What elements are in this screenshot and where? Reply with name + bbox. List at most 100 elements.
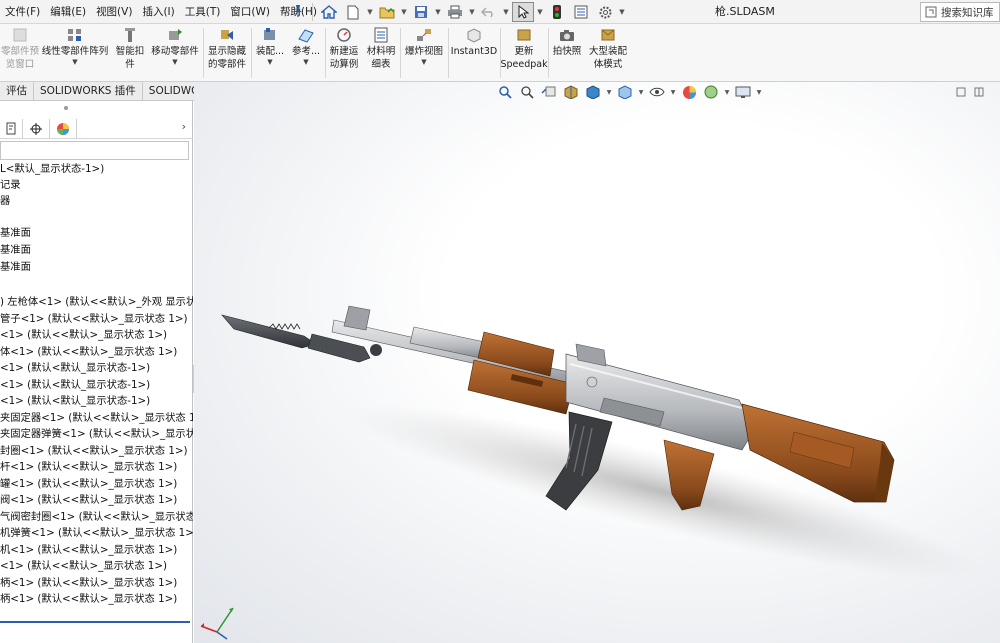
chevron-down-icon[interactable]: ▼ — [502, 2, 510, 22]
display-manager-icon[interactable] — [50, 118, 77, 139]
menu-file[interactable]: 文件(F) — [0, 0, 45, 24]
tab-evaluate[interactable]: 评估 — [0, 82, 34, 100]
take-snapshot-button[interactable]: 拍快照 — [550, 27, 584, 58]
home-icon[interactable] — [318, 2, 340, 22]
tree-node-component[interactable]: <1> (默认<<默认>_显示状态 1>) — [0, 327, 193, 343]
appearance-icon[interactable] — [680, 85, 698, 99]
tree-node-assembly[interactable]: L<默认_显示状态-1>) — [0, 161, 193, 177]
tree-node-component[interactable]: 阀<1> (默认<<默认>_显示状态 1>) — [0, 492, 193, 508]
zoom-to-fit-icon[interactable] — [496, 85, 514, 99]
chevron-right-icon[interactable]: › — [182, 120, 186, 133]
open-icon[interactable] — [376, 2, 398, 22]
chevron-down-icon[interactable]: ▼ — [172, 58, 177, 67]
move-component-button[interactable]: 移动零部件 ▼ — [149, 27, 201, 67]
tree-node-component[interactable]: 管子<1> (默认<<默认>_显示状态 1>) — [0, 311, 193, 327]
tree-node-plane[interactable]: 基准面 — [0, 225, 193, 241]
save-icon[interactable] — [410, 2, 432, 22]
tree-filter-input[interactable] — [0, 141, 189, 160]
component-preview-button[interactable]: 零部件预 览窗口 — [0, 27, 40, 71]
feature-manager-panel: › L<默认_显示状态-1>) 记录 器 基准面 基准面 基准面 ) 左枪体<1… — [0, 101, 193, 643]
scene-icon[interactable] — [702, 85, 720, 99]
assembly-features-button[interactable]: 装配... ▼ — [254, 27, 286, 67]
show-hidden-components-button[interactable]: 显示隐藏 的零部件 — [205, 27, 249, 71]
chevron-down-icon[interactable]: ▼ — [618, 2, 626, 22]
ribbon-label: 智能扣 件 — [115, 46, 145, 70]
chevron-down-icon[interactable]: ▼ — [366, 2, 374, 22]
section-view-icon[interactable] — [562, 85, 580, 99]
tree-node-component[interactable]: 体<1> (默认<<默认>_显示状态 1>) — [0, 344, 193, 360]
pin-menu-icon[interactable] — [292, 4, 306, 20]
tree-node-component[interactable]: <1> (默认<默认_显示状态-1>) — [0, 360, 193, 376]
hide-show-icon[interactable] — [648, 85, 666, 99]
print-icon[interactable] — [444, 2, 466, 22]
zoom-area-icon[interactable] — [518, 85, 536, 99]
graphics-area[interactable] — [194, 82, 1000, 643]
chevron-down-icon[interactable]: ▼ — [756, 85, 762, 99]
configuration-manager-icon[interactable] — [0, 118, 23, 139]
chevron-down-icon[interactable]: ▼ — [536, 2, 544, 22]
previous-view-icon[interactable] — [540, 85, 558, 99]
chevron-down-icon[interactable]: ▼ — [303, 58, 308, 67]
tab-solidworks-addins[interactable]: SOLIDWORKS 插件 — [34, 82, 143, 100]
view-orientation-icon[interactable] — [584, 85, 602, 99]
chevron-down-icon[interactable]: ▼ — [468, 2, 476, 22]
tree-node-component[interactable]: ) 左枪体<1> (默认<<默认>_外观 显示状 — [0, 294, 193, 310]
menu-edit[interactable]: 编辑(E) — [45, 0, 91, 24]
options-icon[interactable] — [594, 2, 616, 22]
tree-node-component[interactable]: <1> (默认<默认_显示状态-1>) — [0, 393, 193, 409]
tree-node-component[interactable]: 柄<1> (默认<<默认>_显示状态 1>) — [0, 591, 193, 607]
chevron-down-icon[interactable]: ▼ — [400, 2, 408, 22]
update-speedpak-button[interactable]: 更新 Speedpak — [500, 27, 548, 71]
tree-node-component[interactable]: 夹固定器弹簧<1> (默认<<默认>_显示状 — [0, 426, 193, 442]
chevron-down-icon[interactable]: ▼ — [72, 58, 77, 67]
undo-icon[interactable] — [478, 2, 500, 22]
chevron-down-icon[interactable]: ▼ — [724, 85, 730, 99]
exploded-view-button[interactable]: 爆炸视图 ▼ — [402, 27, 446, 67]
reference-geometry-button[interactable]: 参考... ▼ — [289, 27, 323, 67]
tree-node-component[interactable]: 柄<1> (默认<<默认>_显示状态 1>) — [0, 575, 193, 591]
view-settings-icon[interactable] — [734, 85, 752, 99]
new-motion-study-button[interactable]: 新建运 动算例 — [327, 27, 361, 71]
rebuild-icon[interactable] — [546, 2, 568, 22]
ribbon-label: 装配... — [255, 46, 285, 57]
tree-node-component[interactable]: 气阀密封圈<1> (默认<<默认>_显示状态 — [0, 509, 193, 525]
tree-node-plane[interactable]: 基准面 — [0, 242, 193, 258]
display-style-icon[interactable] — [616, 85, 634, 99]
tree-node-component[interactable]: 封圈<1> (默认<<默认>_显示状态 1>) — [0, 443, 193, 459]
new-doc-icon[interactable] — [342, 2, 364, 22]
restore-icon[interactable] — [955, 86, 967, 98]
file-properties-icon[interactable] — [570, 2, 592, 22]
menu-view[interactable]: 视图(V) — [91, 0, 137, 24]
large-assembly-mode-button[interactable]: 大型装配 体模式 — [586, 27, 630, 71]
tree-node-plane[interactable]: 基准面 — [0, 259, 193, 275]
bill-of-materials-button[interactable]: 材料明 细表 — [364, 27, 398, 71]
panel-grip-icon[interactable] — [64, 106, 68, 110]
bayonet-blade[interactable] — [221, 314, 317, 349]
tree-node-component[interactable]: <1> (默认<<默认>_显示状态 1>) — [0, 558, 193, 574]
instant3d-button[interactable]: Instant3D — [450, 27, 498, 58]
chevron-down-icon[interactable]: ▼ — [606, 85, 612, 99]
chevron-down-icon[interactable]: ▼ — [670, 85, 676, 99]
linear-pattern-button[interactable]: 线性零部件阵列 ▼ — [40, 27, 110, 67]
tree-node-history[interactable]: 记录 — [0, 177, 193, 193]
ribbon-separator — [400, 28, 401, 78]
dimxpert-manager-icon[interactable] — [23, 118, 50, 139]
tree-node-component[interactable]: 罐<1> (默认<<默认>_显示状态 1>) — [0, 476, 193, 492]
menu-tools[interactable]: 工具(T) — [180, 0, 226, 24]
tree-node-component[interactable]: <1> (默认<默认_显示状态-1>) — [0, 377, 193, 393]
tree-node-component[interactable]: 夹固定器<1> (默认<<默认>_显示状态 1 — [0, 410, 193, 426]
chevron-down-icon[interactable]: ▼ — [638, 85, 644, 99]
tree-node-sensors[interactable]: 器 — [0, 193, 193, 209]
chevron-down-icon[interactable]: ▼ — [434, 2, 442, 22]
tree-node-component[interactable]: 机<1> (默认<<默认>_显示状态 1>) — [0, 542, 193, 558]
tree-node-component[interactable]: 杆<1> (默认<<默认>_显示状态 1>) — [0, 459, 193, 475]
search-knowledge-base[interactable]: 搜索知识库 — [920, 2, 1000, 22]
select-icon[interactable] — [512, 2, 534, 22]
tile-icon[interactable] — [973, 86, 985, 98]
tree-node-component[interactable]: 机弹簧<1> (默认<<默认>_显示状态 1>) — [0, 525, 193, 541]
menu-window[interactable]: 窗口(W) — [225, 0, 275, 24]
smart-fasteners-button[interactable]: 智能扣 件 — [113, 27, 147, 71]
chevron-down-icon[interactable]: ▼ — [267, 58, 272, 67]
menu-insert[interactable]: 插入(I) — [137, 0, 179, 24]
chevron-down-icon[interactable]: ▼ — [421, 58, 426, 67]
